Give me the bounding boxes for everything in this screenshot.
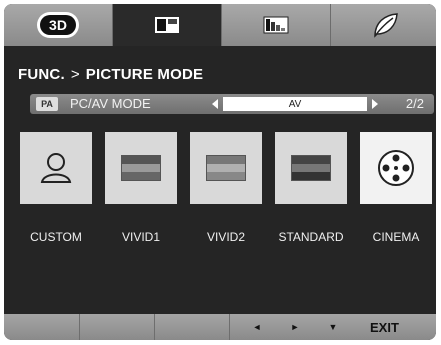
color-bars-icon [263, 16, 289, 34]
down-arrow-icon: ▼ [328, 322, 338, 332]
film-reel-icon [378, 150, 414, 186]
bottom-control-bar: ◄ ► ▼ EXIT [4, 314, 436, 340]
picture-icon [155, 17, 179, 33]
left-arrow-icon: ◄ [252, 322, 262, 332]
mode-label-custom: CUSTOM [30, 230, 82, 244]
bottom-divider [79, 314, 80, 340]
pa-badge-icon: PA [36, 97, 58, 111]
mode-label-vivid2: VIVID2 [206, 230, 245, 244]
breadcrumb: FUNC. > PICTURE MODE [18, 66, 203, 83]
mode-label-vivid1: VIVID1 [121, 230, 160, 244]
3d-icon: 3D [37, 12, 79, 38]
eco-leaf-icon [374, 13, 398, 38]
pc-av-mode-value[interactable]: AV [223, 97, 367, 111]
down-button[interactable]: ▼ [326, 320, 340, 334]
left-button[interactable]: ◄ [250, 320, 264, 334]
vivid1-swatch-icon [121, 155, 161, 181]
standard-swatch-icon [291, 155, 331, 181]
tab-3d[interactable]: 3D [4, 4, 112, 46]
right-button[interactable]: ► [288, 320, 302, 334]
mode-tile-vivid2[interactable] [190, 132, 262, 204]
mode-label-standard: STANDARD [278, 230, 344, 244]
mode-tile-custom[interactable] [20, 132, 92, 204]
mode-right-arrow-icon[interactable] [372, 99, 378, 109]
tab-picture[interactable] [113, 4, 221, 46]
mode-tile-standard[interactable] [275, 132, 347, 204]
mode-tile-vivid1[interactable] [105, 132, 177, 204]
mode-label-cinema: CINEMA [372, 230, 420, 244]
tab-color[interactable] [222, 4, 330, 46]
bottom-divider [229, 314, 230, 340]
breadcrumb-current: PICTURE MODE [85, 66, 204, 83]
exit-button[interactable]: EXIT [370, 320, 399, 335]
bottom-divider [154, 314, 155, 340]
3d-icon-label: 3D [49, 17, 67, 33]
osd-menu: 3D FUNC. > PICTURE MODE PA PC/AV MODE AV… [4, 4, 436, 340]
right-arrow-icon: ► [290, 322, 300, 332]
breadcrumb-parent: FUNC. [18, 66, 65, 83]
pc-av-mode-label: PC/AV MODE [70, 96, 151, 111]
mode-left-arrow-icon[interactable] [212, 99, 218, 109]
pc-av-mode-row[interactable]: PA PC/AV MODE AV 2/2 [30, 94, 434, 114]
mode-tile-cinema[interactable] [360, 132, 432, 204]
tab-eco[interactable] [331, 4, 436, 46]
tab-bar: 3D [4, 4, 436, 46]
person-icon [40, 153, 72, 183]
vivid2-swatch-icon [206, 155, 246, 181]
page-indicator: 2/2 [405, 96, 424, 111]
breadcrumb-separator: > [70, 66, 80, 83]
